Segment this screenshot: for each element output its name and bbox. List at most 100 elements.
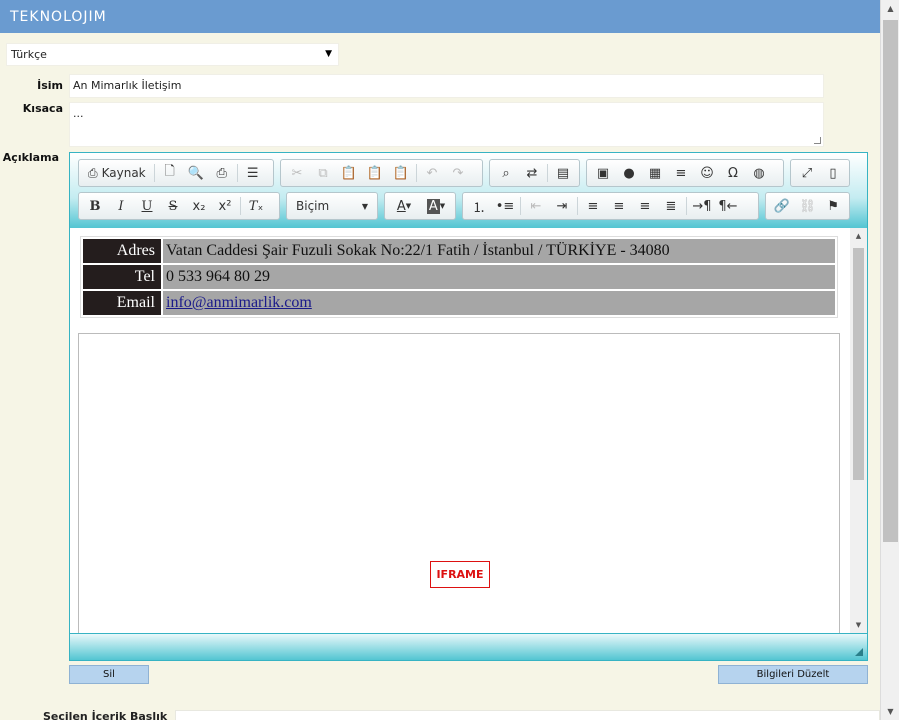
undo-icon[interactable]: ↶ xyxy=(419,161,445,185)
text-color-icon[interactable]: A ▼ xyxy=(388,194,420,218)
format-combo[interactable]: Biçim ▼ xyxy=(290,195,374,217)
iframe-embed[interactable]: IFRAME xyxy=(78,333,840,633)
rich-text-editor: ⎙Kaynak 🗋 🔍 ⎙ ☰ ✂ ⧉ 📋 📋 📋 ↶ ↷ ⌕ ⇄ ▤ ▣ ● xyxy=(69,152,868,661)
resize-handle-icon[interactable] xyxy=(814,137,821,144)
numbered-list-icon[interactable]: ⒈ xyxy=(466,194,492,218)
toolbar-separator xyxy=(240,197,241,215)
cut-icon[interactable]: ✂ xyxy=(284,161,310,185)
editor-footer xyxy=(70,633,867,660)
chevron-down-icon: ▼ xyxy=(325,49,332,59)
align-justify-icon[interactable]: ≣ xyxy=(658,194,684,218)
top-header: TEKNOLOJIM xyxy=(0,0,880,33)
table-cell-value: 0 533 964 80 29 xyxy=(163,265,835,289)
templates-icon[interactable]: ☰ xyxy=(240,161,266,185)
subscript-icon[interactable]: x₂ xyxy=(186,194,212,218)
paste-icon[interactable]: 📋 xyxy=(336,161,362,185)
redo-icon[interactable]: ↷ xyxy=(445,161,471,185)
toolbar-group-format: Biçim ▼ xyxy=(286,192,378,220)
show-blocks-icon[interactable]: ▯ xyxy=(820,161,846,185)
toolbar-group-basicstyles: B I U S x₂ x² Tₓ xyxy=(78,192,280,220)
toolbar-group-insert: ▣ ● ▦ ≡ ☺ Ω ◍ xyxy=(586,159,784,187)
unlink-icon[interactable]: ⛓ xyxy=(795,194,821,218)
find-icon[interactable]: ⌕ xyxy=(493,161,519,185)
editor-content[interactable]: Adres Vatan Caddesi Şair Fuzuli Sokak No… xyxy=(70,228,850,633)
maximize-icon[interactable]: ⤢ xyxy=(794,161,820,185)
scroll-up-arrow-icon[interactable]: ▲ xyxy=(881,0,899,17)
strike-icon[interactable]: S xyxy=(160,194,186,218)
new-page-icon[interactable]: 🗋 xyxy=(157,161,183,185)
superscript-icon[interactable]: x² xyxy=(212,194,238,218)
scroll-up-arrow-icon[interactable]: ▲ xyxy=(850,228,867,244)
editor-scrollbar[interactable]: ▲ ▼ xyxy=(850,228,867,633)
rtl-icon[interactable]: ¶← xyxy=(715,194,741,218)
bulleted-list-icon[interactable]: •≡ xyxy=(492,194,518,218)
toolbar-group-colors: A ▼ A ▼ xyxy=(384,192,456,220)
toolbar-separator xyxy=(577,197,578,215)
link-icon[interactable]: 🔗 xyxy=(769,194,795,218)
page-scrollbar[interactable]: ▲ ▼ xyxy=(880,0,899,720)
chevron-down-icon: ▼ xyxy=(361,201,368,211)
name-label: İsim xyxy=(37,79,63,92)
flash-icon[interactable]: ● xyxy=(616,161,642,185)
special-char-icon[interactable]: Ω xyxy=(720,161,746,185)
app-logo: TEKNOLOJIM xyxy=(10,9,107,25)
align-right-icon[interactable]: ≡ xyxy=(632,194,658,218)
outdent-icon[interactable]: ⇤ xyxy=(523,194,549,218)
toolbar-group-find: ⌕ ⇄ ▤ xyxy=(489,159,580,187)
short-textarea[interactable]: ... xyxy=(69,102,824,147)
anchor-flag-icon[interactable]: ⚑ xyxy=(820,194,846,218)
table-row: Adres Vatan Caddesi Şair Fuzuli Sokak No… xyxy=(83,239,835,263)
iframe-placeholder[interactable]: IFRAME xyxy=(430,561,490,588)
background-color-icon[interactable]: A ▼ xyxy=(420,194,452,218)
page-scroll-thumb[interactable] xyxy=(883,20,898,542)
preview-icon[interactable]: 🔍 xyxy=(183,161,209,185)
language-select[interactable]: Türkçe ▼ xyxy=(6,43,339,66)
email-link[interactable]: info@anmimarlik.com xyxy=(166,294,312,311)
italic-icon[interactable]: I xyxy=(108,194,134,218)
indent-icon[interactable]: ⇥ xyxy=(549,194,575,218)
print-icon[interactable]: ⎙ xyxy=(209,161,235,185)
ltr-icon[interactable]: →¶ xyxy=(689,194,715,218)
selected-content-title-input[interactable] xyxy=(175,710,880,720)
align-left-icon[interactable]: ≡ xyxy=(580,194,606,218)
source-button[interactable]: ⎙ Kaynak xyxy=(82,161,152,185)
resize-grip-icon[interactable] xyxy=(855,648,863,656)
delete-button[interactable]: Sil xyxy=(69,665,149,684)
toolbar-separator xyxy=(686,197,687,215)
table-cell-key: Adres xyxy=(83,239,161,263)
toolbar-group-document: ⎙ Kaynak 🗋 🔍 ⎙ ☰ xyxy=(78,159,274,187)
select-all-icon[interactable]: ▤ xyxy=(550,161,576,185)
remove-format-icon[interactable]: Tₓ xyxy=(243,194,269,218)
editor-scroll-thumb[interactable] xyxy=(853,248,864,480)
paste-text-icon[interactable]: 📋 xyxy=(362,161,388,185)
update-button[interactable]: Bilgileri Düzelt xyxy=(718,665,868,684)
replace-icon[interactable]: ⇄ xyxy=(519,161,545,185)
table-row: Tel 0 533 964 80 29 xyxy=(83,265,835,289)
bold-icon[interactable]: B xyxy=(82,194,108,218)
align-center-icon[interactable]: ≡ xyxy=(606,194,632,218)
selected-content-title-label: Seçilen İçerik Başlık xyxy=(43,710,168,720)
paste-word-icon[interactable]: 📋 xyxy=(388,161,414,185)
table-cell-value: Vatan Caddesi Şair Fuzuli Sokak No:22/1 … xyxy=(163,239,835,263)
toolbar-separator xyxy=(520,197,521,215)
name-input[interactable]: An Mimarlık İletişim xyxy=(69,74,824,98)
toolbar-separator xyxy=(547,164,548,182)
horizontal-line-icon[interactable]: ≡ xyxy=(668,161,694,185)
toolbar-separator xyxy=(236,164,238,182)
short-label: Kısaca xyxy=(22,102,63,115)
toolbar-group-paragraph: ⒈ •≡ ⇤ ⇥ ≡ ≡ ≡ ≣ →¶ ¶← xyxy=(462,192,759,220)
scroll-down-arrow-icon[interactable]: ▼ xyxy=(881,703,899,720)
toolbar-group-tools: ⤢ ▯ xyxy=(790,159,850,187)
table-cell-key: Email xyxy=(83,291,161,315)
scroll-down-arrow-icon[interactable]: ▼ xyxy=(850,617,867,633)
source-button-label: Kaynak xyxy=(101,166,146,180)
toolbar-separator xyxy=(416,164,417,182)
image-icon[interactable]: ▣ xyxy=(590,161,616,185)
copy-icon[interactable]: ⧉ xyxy=(310,161,336,185)
toolbar-separator xyxy=(153,164,155,182)
underline-icon[interactable]: U xyxy=(134,194,160,218)
format-combo-label: Biçim xyxy=(296,199,330,213)
smiley-icon[interactable]: ☺ xyxy=(694,161,720,185)
table-icon[interactable]: ▦ xyxy=(642,161,668,185)
iframe-icon[interactable]: ◍ xyxy=(746,161,772,185)
